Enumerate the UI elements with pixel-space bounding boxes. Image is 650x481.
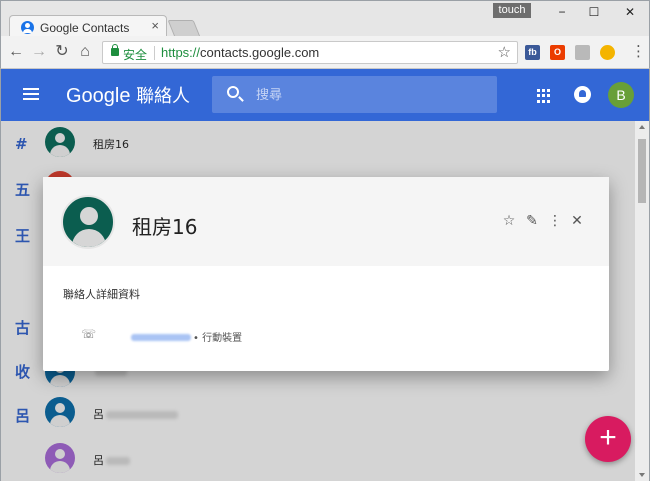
- close-icon[interactable]: ✕: [569, 212, 585, 228]
- section-letter: 呂: [15, 407, 31, 425]
- tab-title: Google Contacts: [40, 21, 130, 35]
- touch-mode-badge: touch: [493, 3, 531, 18]
- phone-icon: ☏: [81, 327, 97, 341]
- contact-card-avatar: [61, 195, 115, 249]
- back-icon[interactable]: ←: [7, 43, 25, 61]
- scroll-thumb[interactable]: [638, 139, 646, 203]
- contact-avatar[interactable]: [45, 443, 75, 473]
- reload-icon[interactable]: ↻: [53, 43, 71, 61]
- section-letter: 古: [15, 319, 31, 337]
- hamburger-menu-icon[interactable]: [23, 88, 39, 100]
- phone-number-redacted[interactable]: [131, 334, 191, 341]
- screenshot-extension-icon[interactable]: [575, 45, 590, 60]
- contact-name[interactable]: 呂: [93, 452, 130, 468]
- address-bar[interactable]: 安全 https://contacts.google.com ☆: [102, 41, 518, 64]
- forward-icon[interactable]: →: [30, 43, 48, 61]
- section-letter: 收: [15, 363, 31, 381]
- contact-avatar[interactable]: [45, 397, 75, 427]
- product-name: 聯絡人: [136, 86, 191, 107]
- contact-card-name: 租房16: [132, 215, 198, 239]
- browser-tab[interactable]: Google Contacts ×: [9, 15, 167, 38]
- section-letter: 王: [15, 227, 31, 245]
- brand-name: Google: [66, 85, 131, 107]
- secure-label: 安全: [123, 48, 148, 62]
- bookmark-star-icon[interactable]: ☆: [498, 43, 511, 61]
- fb-extension-icon[interactable]: fb: [525, 45, 540, 60]
- app-title: Google 聯絡人: [66, 82, 190, 108]
- address-separator: [154, 46, 155, 60]
- star-icon[interactable]: ☆: [501, 212, 517, 228]
- contact-name[interactable]: 租房16: [93, 136, 129, 152]
- phone-type-label: • 行動裝置: [193, 333, 243, 344]
- home-icon[interactable]: ⌂: [76, 43, 94, 61]
- chrome-extension-icon[interactable]: [600, 45, 615, 60]
- app-header: Google 聯絡人 B: [1, 69, 649, 121]
- url-text: https://contacts.google.com: [161, 45, 319, 60]
- scroll-down-arrow-icon[interactable]: [639, 473, 645, 477]
- scroll-up-arrow-icon[interactable]: [639, 125, 645, 129]
- notifications-icon[interactable]: [574, 86, 591, 103]
- section-letter: 五: [15, 181, 31, 199]
- new-tab-button[interactable]: [167, 20, 201, 37]
- contacts-page: Google 聯絡人 B # 租房16 五 王 古 收 呂 呂 呂: [0, 69, 650, 481]
- url-host: contacts.google.com: [200, 45, 320, 60]
- search-icon[interactable]: [227, 86, 239, 98]
- contact-avatar[interactable]: [45, 127, 75, 157]
- lock-icon: [111, 44, 119, 56]
- contacts-favicon-icon: [21, 21, 34, 34]
- contact-name[interactable]: 呂: [93, 406, 178, 422]
- contact-name-text: 呂: [93, 408, 104, 421]
- browser-menu-icon[interactable]: ⋮: [631, 42, 646, 62]
- search-input[interactable]: [256, 85, 476, 105]
- add-contact-button[interactable]: +: [585, 416, 631, 462]
- office-extension-icon[interactable]: O: [550, 45, 565, 60]
- tab-close-icon[interactable]: ×: [151, 19, 159, 33]
- browser-titlebar: Google Contacts × touch − ☐ ✕: [0, 0, 650, 38]
- contact-name-text: 呂: [93, 454, 104, 467]
- close-window-button[interactable]: ✕: [615, 4, 645, 20]
- contact-details-heading: 聯絡人詳細資料: [63, 288, 140, 301]
- more-options-icon[interactable]: ⋮: [547, 212, 563, 228]
- section-letter: #: [15, 135, 28, 153]
- minimize-button[interactable]: −: [547, 4, 577, 20]
- contact-card-header: 租房16 ☆ ✎ ⋮ ✕: [43, 177, 609, 266]
- contact-detail-card: 租房16 ☆ ✎ ⋮ ✕ 聯絡人詳細資料 ☏ • 行動裝置: [43, 177, 609, 371]
- browser-toolbar: ← → ↻ ⌂ 安全 https://contacts.google.com ☆…: [0, 36, 650, 69]
- search-box[interactable]: [212, 76, 497, 113]
- page-scrollbar[interactable]: [635, 121, 649, 481]
- google-apps-icon[interactable]: [537, 89, 551, 103]
- edit-icon[interactable]: ✎: [524, 212, 540, 228]
- account-avatar[interactable]: B: [608, 82, 634, 108]
- url-scheme: https://: [161, 45, 201, 60]
- maximize-button[interactable]: ☐: [579, 4, 609, 20]
